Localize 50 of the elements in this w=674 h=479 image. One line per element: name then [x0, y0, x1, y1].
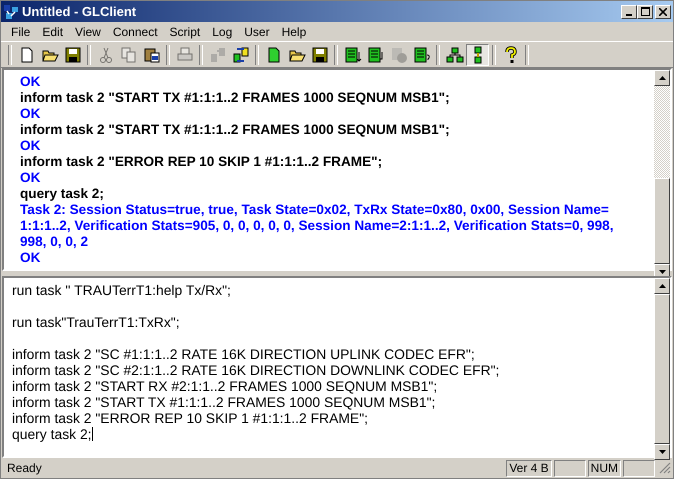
- maximize-icon: [640, 7, 650, 16]
- minimize-icon: [626, 14, 632, 16]
- app-icon: [3, 4, 19, 20]
- command-line: query task 2;: [20, 186, 105, 202]
- script-line: inform task 2 "SC #2:1:1..2 RATE 16K DIRECTION DOWNLINK CODEC EFR";: [12, 362, 500, 378]
- window-title: Untitled - GLClient: [22, 4, 136, 19]
- script-line: inform task 2 "ERROR REP 10 SKIP 1 #1:1:1..2 FRAME";: [12, 410, 368, 426]
- script-line: query task 2;: [12, 426, 92, 442]
- response-line: OK: [20, 250, 42, 266]
- script-line: inform task 2 "START RX #2:1:1..2 FRAMES 1000 SEQNUM MSB1";: [12, 378, 438, 394]
- version-indicator: Ver 4 B: [506, 460, 552, 476]
- menu-item[interactable]: Script: [164, 24, 206, 38]
- text-cursor: [92, 427, 93, 441]
- command-line: inform task 2 "START TX #1:1:1..2 FRAMES 1000 SEQNUM MSB1";: [20, 122, 451, 138]
- menu-item[interactable]: Log: [206, 24, 238, 38]
- command-line: inform task 2 "START TX #1:1:1..2 FRAMES 1000 SEQNUM MSB1";: [20, 90, 451, 106]
- menu-item[interactable]: View: [69, 24, 107, 38]
- response-line: Task 2: Session Status=true, true, Task State=0x02, TxRx State=0x80, 0x00, Session Name= 1:1:1..2, Verification Stats=905, 0, 0, 0, 0, 0, Session Name=2:1:1..2, Verification Stats=0, 998, 998, 0, 0, 2: [20, 202, 615, 250]
- close-button[interactable]: [655, 4, 671, 18]
- menu-item[interactable]: User: [238, 24, 276, 38]
- scrollbar-thumb[interactable]: [654, 294, 670, 444]
- scrollbar-thumb[interactable]: [654, 178, 670, 264]
- menu-item[interactable]: Help: [276, 24, 312, 38]
- status-pane: [554, 460, 586, 476]
- num-lock-indicator: NUM: [588, 460, 621, 476]
- response-line: OK: [20, 74, 42, 90]
- status-pane: [623, 460, 655, 476]
- scroll-up-button[interactable]: [654, 278, 670, 294]
- menu-item[interactable]: Edit: [36, 24, 70, 38]
- script-line: run task"TrauTerrT1:TxRx";: [12, 314, 180, 330]
- minimize-button[interactable]: [621, 4, 637, 18]
- up-arrow-icon: [658, 284, 666, 288]
- resize-grip[interactable]: [659, 462, 671, 474]
- up-arrow-icon: [658, 76, 666, 80]
- scroll-down-button[interactable]: [654, 444, 670, 460]
- down-arrow-icon: [658, 270, 666, 274]
- command-line: inform task 2 "ERROR REP 10 SKIP 1 #1:1:1..2 FRAME";: [20, 154, 384, 170]
- response-line: OK: [20, 170, 42, 186]
- scroll-up-button[interactable]: [654, 70, 670, 86]
- close-icon: [659, 8, 667, 16]
- script-line: inform task 2 "SC #1:1:1..2 RATE 16K DIRECTION UPLINK CODEC EFR";: [12, 346, 475, 362]
- response-line: OK: [20, 106, 42, 122]
- menu-item[interactable]: Connect: [106, 24, 164, 38]
- menu-item[interactable]: File: [5, 24, 36, 38]
- script-line: run task '' TRAUTerrT1:help Tx/Rx";: [12, 282, 231, 298]
- script-line: inform task 2 "START TX #1:1:1..2 FRAMES 1000 SEQNUM MSB1";: [12, 394, 436, 410]
- maximize-button[interactable]: [637, 4, 653, 18]
- response-line: OK: [20, 138, 42, 154]
- down-arrow-icon: [658, 450, 666, 454]
- status-text: Ready: [7, 461, 42, 475]
